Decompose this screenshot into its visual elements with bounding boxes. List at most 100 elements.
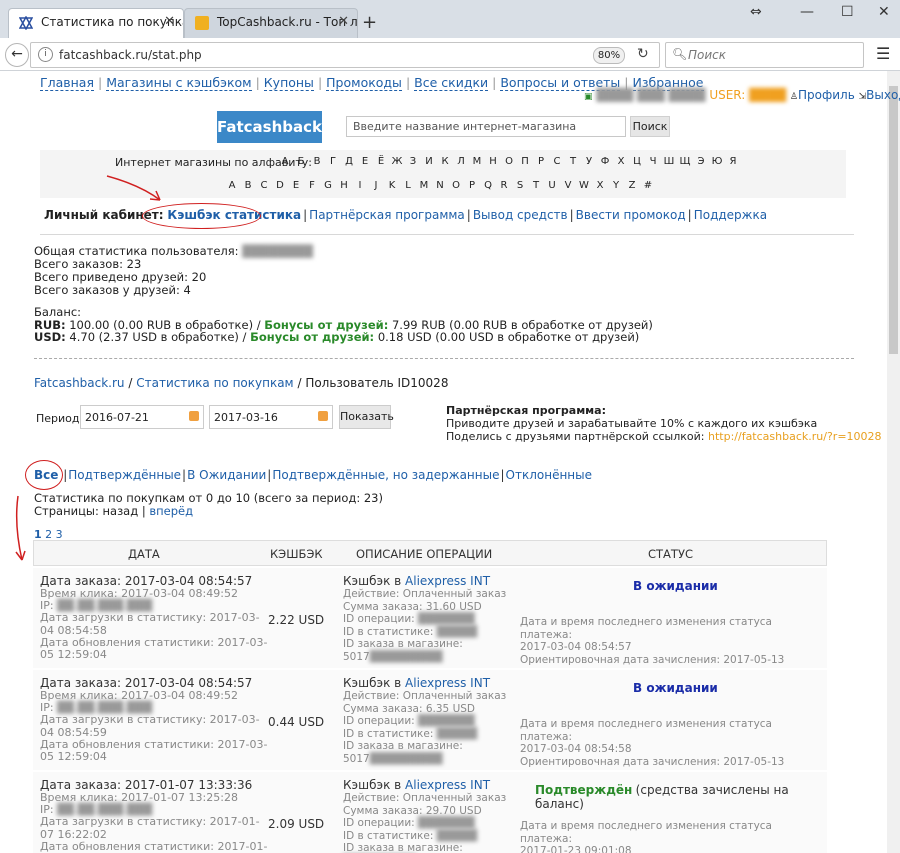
calendar-icon[interactable]	[318, 411, 328, 421]
cyrillic-letter[interactable]: Щ	[677, 156, 693, 167]
latin-letter[interactable]: U	[544, 180, 560, 191]
latin-letter[interactable]: B	[240, 180, 256, 191]
latin-letter[interactable]: T	[528, 180, 544, 191]
cyrillic-letter[interactable]: Б	[293, 156, 309, 167]
latin-letter[interactable]: F	[304, 180, 320, 191]
new-tab-icon[interactable]: +	[362, 12, 377, 33]
latin-letter[interactable]: W	[576, 180, 592, 191]
cyrillic-letter[interactable]: Д	[341, 156, 357, 167]
latin-letter[interactable]: G	[320, 180, 336, 191]
profile-link[interactable]: Профиль	[798, 88, 855, 102]
zoom-level[interactable]: 80%	[593, 47, 625, 64]
cyrillic-letter[interactable]: М	[469, 156, 485, 167]
close-tab-icon[interactable]: ✕	[338, 14, 349, 29]
latin-letter[interactable]: V	[560, 180, 576, 191]
cabinet-withdraw[interactable]: Вывод средств	[473, 208, 568, 222]
cyrillic-letter[interactable]: Т	[565, 156, 581, 167]
close-window-icon[interactable]: ✕	[878, 4, 890, 20]
filter-confirmed-delayed[interactable]: Подтверждённые, но задержанные	[272, 468, 499, 482]
cyrillic-letter[interactable]: Э	[693, 156, 709, 167]
latin-letter[interactable]: Y	[608, 180, 624, 191]
latin-letter[interactable]: X	[592, 180, 608, 191]
latin-letter[interactable]: N	[432, 180, 448, 191]
cyrillic-letter[interactable]: Ю	[709, 156, 725, 167]
cyrillic-letter[interactable]: В	[309, 156, 325, 167]
hamburger-menu-icon[interactable]: ☰	[876, 44, 890, 63]
info-icon[interactable]: i	[38, 47, 53, 62]
latin-letter[interactable]: #	[640, 180, 656, 191]
latin-letter[interactable]: K	[384, 180, 400, 191]
cyrillic-letter[interactable]: А	[277, 156, 293, 167]
cyrillic-letter[interactable]: И	[421, 156, 437, 167]
next-page-link[interactable]: вперёд	[149, 504, 193, 518]
nav-discounts[interactable]: Все скидки	[414, 75, 489, 91]
latin-letter[interactable]: L	[400, 180, 416, 191]
shop-search-input[interactable]: Введите название интернет-магазина	[346, 116, 626, 137]
date-from-input[interactable]: 2016-07-21	[80, 405, 204, 429]
latin-letter[interactable]: C	[256, 180, 272, 191]
cyrillic-letter[interactable]: Я	[725, 156, 741, 167]
minimize-icon[interactable]: —	[800, 4, 814, 20]
cyrillic-letter[interactable]: О	[501, 156, 517, 167]
partner-link[interactable]: http://fatcashback.ru/?r=10028	[708, 430, 882, 443]
address-bar[interactable]: i fatcashback.ru/stat.php 80% ↻	[30, 42, 660, 68]
cyrillic-letter[interactable]: Ш	[661, 156, 677, 167]
latin-letter[interactable]: J	[368, 180, 384, 191]
nav-shops[interactable]: Магазины с кэшбэком	[106, 75, 252, 91]
latin-letter[interactable]: E	[288, 180, 304, 191]
latin-letter[interactable]: Q	[480, 180, 496, 191]
close-tab-icon[interactable]: ✕	[164, 14, 175, 29]
show-button[interactable]: Показать	[339, 405, 394, 429]
cabinet-support[interactable]: Поддержка	[694, 208, 767, 222]
latin-letter[interactable]: H	[336, 180, 352, 191]
cabinet-promocode[interactable]: Ввести промокод	[576, 208, 686, 222]
cyrillic-letter[interactable]: Ж	[389, 156, 405, 167]
nav-coupons[interactable]: Купоны	[263, 75, 314, 91]
filter-confirmed[interactable]: Подтверждённые	[68, 468, 181, 482]
latin-letter[interactable]: D	[272, 180, 288, 191]
browser-search-input[interactable]: 🔍︎ Поиск	[665, 42, 864, 68]
latin-letter[interactable]: P	[464, 180, 480, 191]
filter-rejected[interactable]: Отклонённые	[506, 468, 592, 482]
shop-link[interactable]: Aliexpress INT	[405, 676, 490, 690]
latin-letter[interactable]: S	[512, 180, 528, 191]
cabinet-partner[interactable]: Партнёрская программа	[309, 208, 465, 222]
cyrillic-letter[interactable]: К	[437, 156, 453, 167]
breadcrumb-home[interactable]: Fatcashback.ru	[34, 376, 125, 390]
cyrillic-letter[interactable]: Р	[533, 156, 549, 167]
back-arrow-icon[interactable]: ←	[5, 43, 29, 67]
cyrillic-letter[interactable]: С	[549, 156, 565, 167]
latin-letter[interactable]: M	[416, 180, 432, 191]
latin-letter[interactable]: R	[496, 180, 512, 191]
maximize-icon[interactable]: ☐	[841, 4, 854, 20]
shop-search-button[interactable]: Поиск	[630, 116, 670, 137]
nav-promocodes[interactable]: Промокоды	[326, 75, 402, 91]
resize-icon[interactable]: ⇔	[750, 4, 762, 20]
cyrillic-letter[interactable]: Г	[325, 156, 341, 167]
latin-letter[interactable]: I	[352, 180, 368, 191]
breadcrumb-stats[interactable]: Статистика по покупкам	[136, 376, 293, 390]
latin-letter[interactable]: O	[448, 180, 464, 191]
shop-link[interactable]: Aliexpress INT	[405, 778, 490, 792]
tab-statistics[interactable]: Статистика по покупкам ✕	[8, 8, 184, 38]
cyrillic-letter[interactable]: Ё	[373, 156, 389, 167]
nav-home[interactable]: Главная	[40, 75, 94, 91]
tab-topcashback[interactable]: TopCashback.ru - Топ лу... ✕	[184, 8, 358, 38]
cyrillic-letter[interactable]: У	[581, 156, 597, 167]
latin-letter[interactable]: Z	[624, 180, 640, 191]
latin-letter[interactable]: A	[224, 180, 240, 191]
cyrillic-letter[interactable]: З	[405, 156, 421, 167]
cyrillic-letter[interactable]: П	[517, 156, 533, 167]
cyrillic-letter[interactable]: Л	[453, 156, 469, 167]
cyrillic-letter[interactable]: Ф	[597, 156, 613, 167]
cyrillic-letter[interactable]: Н	[485, 156, 501, 167]
cyrillic-letter[interactable]: Е	[357, 156, 373, 167]
filter-waiting[interactable]: В Ожидании	[187, 468, 266, 482]
site-logo[interactable]: Fatcashback	[217, 111, 322, 143]
cyrillic-letter[interactable]: Х	[613, 156, 629, 167]
calendar-icon[interactable]	[189, 411, 199, 421]
date-to-input[interactable]: 2017-03-16	[209, 405, 333, 429]
cyrillic-letter[interactable]: Ч	[645, 156, 661, 167]
reload-icon[interactable]: ↻	[637, 46, 649, 62]
cyrillic-letter[interactable]: Ц	[629, 156, 645, 167]
